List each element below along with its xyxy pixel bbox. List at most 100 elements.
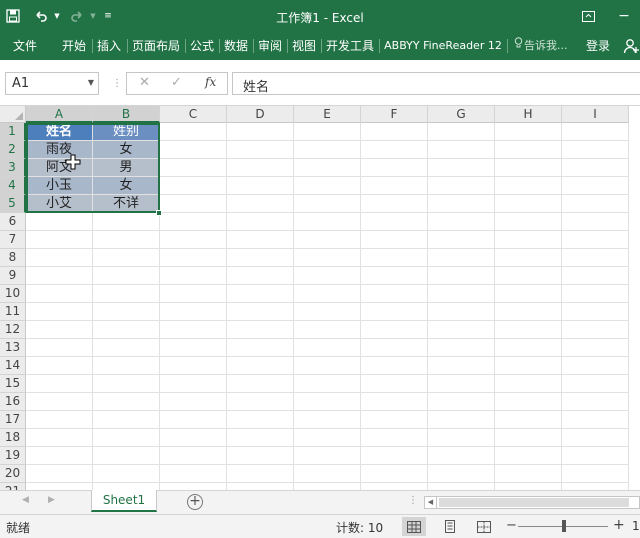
cancel-icon[interactable]: ✕: [139, 75, 150, 90]
cell-f2[interactable]: [361, 141, 428, 159]
sheet-prev-icon[interactable]: ◀: [22, 495, 29, 505]
cell-e15[interactable]: [294, 375, 361, 393]
cell-d9[interactable]: [227, 267, 294, 285]
cell-e10[interactable]: [294, 285, 361, 303]
cell-a6[interactable]: [26, 213, 93, 231]
cell-g21[interactable]: [428, 483, 495, 490]
cell-c20[interactable]: [160, 465, 227, 483]
cell-d13[interactable]: [227, 339, 294, 357]
cell-a4[interactable]: 小玉: [26, 177, 93, 195]
cell-d16[interactable]: [227, 393, 294, 411]
cell-c17[interactable]: [160, 411, 227, 429]
column-header-i[interactable]: I: [562, 106, 629, 123]
cell-b19[interactable]: [93, 447, 160, 465]
cell-i16[interactable]: [562, 393, 629, 411]
cell-i13[interactable]: [562, 339, 629, 357]
cell-b8[interactable]: [93, 249, 160, 267]
zoom-slider-thumb[interactable]: [562, 520, 566, 532]
cell-g7[interactable]: [428, 231, 495, 249]
row-header-10[interactable]: 10: [0, 285, 26, 303]
cell-a2[interactable]: 雨夜: [26, 141, 93, 159]
cell-b13[interactable]: [93, 339, 160, 357]
tab-page-layout[interactable]: 页面布局: [129, 32, 183, 60]
cell-d4[interactable]: [227, 177, 294, 195]
cell-a3[interactable]: 阿文: [26, 159, 93, 177]
scroll-thumb[interactable]: [439, 498, 629, 507]
cell-i4[interactable]: [562, 177, 629, 195]
cell-d7[interactable]: [227, 231, 294, 249]
cell-g6[interactable]: [428, 213, 495, 231]
sheet-tab-sheet1[interactable]: Sheet1: [91, 490, 157, 512]
zoom-level[interactable]: 1: [632, 519, 640, 533]
row-header-19[interactable]: 19: [0, 447, 26, 465]
cell-f17[interactable]: [361, 411, 428, 429]
cell-b7[interactable]: [93, 231, 160, 249]
cell-a16[interactable]: [26, 393, 93, 411]
cell-e17[interactable]: [294, 411, 361, 429]
cell-h16[interactable]: [495, 393, 562, 411]
cell-b2[interactable]: 女: [93, 141, 160, 159]
cell-i3[interactable]: [562, 159, 629, 177]
ribbon-display-icon[interactable]: [578, 0, 598, 32]
cell-a17[interactable]: [26, 411, 93, 429]
worksheet-grid[interactable]: A B C D E F G H I 1 姓名 姓别 2 雨夜女 3 阿文男 4 小玉女 5 小艾 不详 6 7 8 9 10 11 1…: [0, 106, 640, 490]
cell-h21[interactable]: [495, 483, 562, 490]
cell-e8[interactable]: [294, 249, 361, 267]
cell-g19[interactable]: [428, 447, 495, 465]
row-header-15[interactable]: 15: [0, 375, 26, 393]
cell-g14[interactable]: [428, 357, 495, 375]
cell-a7[interactable]: [26, 231, 93, 249]
cell-g2[interactable]: [428, 141, 495, 159]
row-header-5[interactable]: 5: [0, 195, 26, 213]
cell-c1[interactable]: [160, 123, 227, 141]
cell-d20[interactable]: [227, 465, 294, 483]
cell-b17[interactable]: [93, 411, 160, 429]
cell-c14[interactable]: [160, 357, 227, 375]
cell-f10[interactable]: [361, 285, 428, 303]
cell-c10[interactable]: [160, 285, 227, 303]
cell-c5[interactable]: [160, 195, 227, 213]
row-header-16[interactable]: 16: [0, 393, 26, 411]
cell-b18[interactable]: [93, 429, 160, 447]
cell-i2[interactable]: [562, 141, 629, 159]
cell-b1[interactable]: 姓别: [93, 123, 160, 141]
cell-e9[interactable]: [294, 267, 361, 285]
row-header-21[interactable]: 21: [0, 483, 26, 490]
cell-b4[interactable]: 女: [93, 177, 160, 195]
cell-h2[interactable]: [495, 141, 562, 159]
cell-i19[interactable]: [562, 447, 629, 465]
row-header-8[interactable]: 8: [0, 249, 26, 267]
cell-c18[interactable]: [160, 429, 227, 447]
cell-b21[interactable]: [93, 483, 160, 490]
row-header-7[interactable]: 7: [0, 231, 26, 249]
cell-h6[interactable]: [495, 213, 562, 231]
cell-h8[interactable]: [495, 249, 562, 267]
cell-f6[interactable]: [361, 213, 428, 231]
cell-i15[interactable]: [562, 375, 629, 393]
row-header-18[interactable]: 18: [0, 429, 26, 447]
formula-input[interactable]: 姓名: [232, 72, 640, 95]
cell-e16[interactable]: [294, 393, 361, 411]
cell-d11[interactable]: [227, 303, 294, 321]
scroll-left-icon[interactable]: ◀: [425, 497, 437, 508]
row-header-14[interactable]: 14: [0, 357, 26, 375]
sheet-next-icon[interactable]: ▶: [48, 495, 55, 505]
cell-i9[interactable]: [562, 267, 629, 285]
cell-c9[interactable]: [160, 267, 227, 285]
cell-d3[interactable]: [227, 159, 294, 177]
cell-g16[interactable]: [428, 393, 495, 411]
name-box[interactable]: A1 ▼: [5, 72, 99, 95]
cell-i17[interactable]: [562, 411, 629, 429]
login-link[interactable]: 登录: [586, 32, 614, 60]
cell-c4[interactable]: [160, 177, 227, 195]
cell-f13[interactable]: [361, 339, 428, 357]
cell-a14[interactable]: [26, 357, 93, 375]
cell-h14[interactable]: [495, 357, 562, 375]
cell-c21[interactable]: [160, 483, 227, 490]
cell-e2[interactable]: [294, 141, 361, 159]
insert-function-icon[interactable]: fx: [205, 75, 216, 89]
cell-b12[interactable]: [93, 321, 160, 339]
cell-g20[interactable]: [428, 465, 495, 483]
cell-d19[interactable]: [227, 447, 294, 465]
cell-a20[interactable]: [26, 465, 93, 483]
